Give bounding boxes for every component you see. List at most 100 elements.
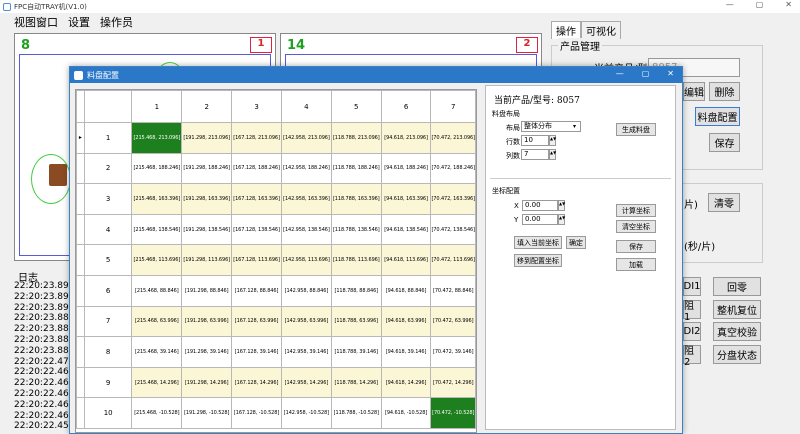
clear-coord-button[interactable]: 清空坐标: [616, 220, 656, 233]
grid-cell[interactable]: [191.298, 39.146]: [181, 336, 233, 368]
grid-cell[interactable]: [118.788, 63.996]: [330, 305, 382, 338]
grid-cell[interactable]: [191.298, 213.096]: [181, 122, 233, 154]
grid-cell[interactable]: [94.618, 14.296]: [380, 366, 432, 399]
table-row[interactable]: ▸ 1 [215.468, 213.096] [191.298, 213.096] [1…: [76, 122, 476, 154]
row-selector[interactable]: [76, 366, 85, 399]
grid-cell[interactable]: [215.468, -10.528]: [131, 397, 183, 429]
grid-cell[interactable]: [191.298, -10.528]: [181, 397, 233, 429]
minimize-icon[interactable]: —: [726, 0, 734, 9]
row-selector[interactable]: [76, 397, 85, 429]
row-selector[interactable]: [76, 244, 85, 276]
grid-cell[interactable]: [94.618, 63.996]: [380, 305, 432, 338]
grid-cell[interactable]: [118.788, 138.546]: [330, 213, 382, 246]
grid-cell[interactable]: [167.128, 163.396]: [231, 183, 282, 215]
cols-input[interactable]: 7: [521, 149, 549, 160]
delete-button[interactable]: 删除: [709, 82, 740, 101]
vacuum-check-button[interactable]: 真空校验: [713, 322, 761, 341]
row-header[interactable]: 5: [83, 244, 133, 276]
grid-cell[interactable]: [94.618, 163.396]: [380, 183, 432, 215]
tray-grid-container[interactable]: 1 2 3 4 5 6 7 ▸ 1 [215.468, 213.096] [191.298, 213…: [75, 89, 477, 433]
grid-cell[interactable]: [191.298, 163.396]: [181, 183, 233, 215]
table-row[interactable]: 4 [215.468, 138.546] [191.298, 138.546] [16…: [76, 213, 476, 246]
move-to-coord-button[interactable]: 移到配置坐标: [514, 254, 562, 267]
table-row[interactable]: 10 [215.468, -10.528] [191.298, -10.528] [1…: [76, 397, 476, 429]
generate-tray-button[interactable]: 生成料盘: [616, 123, 656, 136]
grid-cell[interactable]: [215.468, 213.096]: [131, 122, 183, 154]
grid-cell[interactable]: [142.958, 88.846]: [280, 274, 332, 307]
maximize-icon[interactable]: ▢: [756, 0, 764, 9]
grid-cell[interactable]: [167.128, 63.996]: [231, 305, 282, 338]
grid-cell[interactable]: [215.468, 163.396]: [131, 183, 183, 215]
grid-cell[interactable]: [70.472, 63.996]: [430, 305, 476, 338]
row-header[interactable]: 9: [83, 366, 133, 399]
row-header[interactable]: 1: [83, 122, 133, 154]
column-header[interactable]: 6: [380, 90, 432, 123]
tray-config-button[interactable]: 料盘配置: [695, 107, 740, 126]
grid-cell[interactable]: [191.298, 188.246]: [181, 152, 233, 185]
tab-visualize[interactable]: 可视化: [581, 21, 621, 39]
machine-reset-button[interactable]: 整机复位: [713, 300, 761, 319]
row-selector[interactable]: [76, 213, 85, 246]
grid-cell[interactable]: [70.472, 14.296]: [430, 366, 476, 399]
grid-cell[interactable]: [191.298, 14.296]: [181, 366, 233, 399]
grid-cell[interactable]: [167.128, 88.846]: [231, 274, 282, 307]
grid-cell[interactable]: [191.298, 113.696]: [181, 244, 233, 276]
di1-button[interactable]: DI1: [683, 277, 701, 296]
grid-cell[interactable]: [70.472, 113.696]: [430, 244, 476, 276]
grid-cell[interactable]: [215.468, 39.146]: [131, 336, 183, 368]
y-input[interactable]: 0.00: [522, 214, 558, 225]
grid-cell[interactable]: [215.468, 88.846]: [131, 274, 183, 307]
grid-cell[interactable]: [191.298, 138.546]: [181, 213, 233, 246]
save-button[interactable]: 保存: [709, 133, 740, 152]
grid-cell[interactable]: [118.788, 39.146]: [330, 336, 382, 368]
cols-stepper[interactable]: ▲▼: [549, 149, 556, 160]
grid-cell[interactable]: [70.472, 213.096]: [430, 122, 476, 154]
edit-button[interactable]: 编辑: [683, 82, 705, 101]
grid-cell[interactable]: [142.958, 163.396]: [280, 183, 332, 215]
column-header[interactable]: 5: [330, 90, 382, 123]
column-header[interactable]: 2: [181, 90, 233, 123]
dialog-close-icon[interactable]: ✕: [667, 69, 674, 78]
rows-stepper[interactable]: ▲▼: [549, 135, 556, 146]
row-header[interactable]: 7: [83, 305, 133, 338]
grid-cell[interactable]: [167.128, 138.546]: [231, 213, 282, 246]
dialog-maximize-icon[interactable]: ▢: [642, 69, 650, 78]
grid-cell[interactable]: [142.958, 14.296]: [280, 366, 332, 399]
log-panel[interactable]: 22:20:23.897:22:20:23.895:X22:20:23.893:…: [14, 281, 70, 431]
table-row[interactable]: 8 [215.468, 39.146] [191.298, 39.146] [167.…: [76, 336, 476, 368]
table-row[interactable]: 3 [215.468, 163.396] [191.298, 163.396] [16…: [76, 183, 476, 215]
grid-cell[interactable]: [215.468, 63.996]: [131, 305, 183, 338]
grid-cell[interactable]: [70.472, -10.528]: [430, 397, 476, 429]
grid-cell[interactable]: [118.788, 113.696]: [330, 244, 382, 276]
grid-cell[interactable]: [215.468, 14.296]: [131, 366, 183, 399]
grid-cell[interactable]: [94.618, 113.696]: [380, 244, 432, 276]
grid-cell[interactable]: [167.128, 14.296]: [231, 366, 282, 399]
close-icon[interactable]: ✕: [785, 0, 792, 9]
home-button[interactable]: 回零: [713, 277, 761, 296]
grid-cell[interactable]: [94.618, 39.146]: [380, 336, 432, 368]
confirm-button[interactable]: 确定: [566, 236, 586, 249]
tab-operation[interactable]: 操作: [551, 21, 581, 39]
chevron-down-icon[interactable]: ▾: [573, 123, 576, 130]
menu-operator[interactable]: 操作员: [100, 14, 133, 30]
grid-cell[interactable]: [215.468, 188.246]: [131, 152, 183, 185]
column-header[interactable]: 7: [430, 90, 476, 123]
grid-cell[interactable]: [118.788, 14.296]: [330, 366, 382, 399]
grid-cell[interactable]: [118.788, 213.096]: [330, 122, 382, 154]
clear-button[interactable]: 清零: [708, 193, 740, 212]
menu-settings[interactable]: 设置: [68, 14, 90, 30]
grid-cell[interactable]: [142.958, 138.546]: [280, 213, 332, 246]
column-header[interactable]: 3: [231, 90, 282, 123]
x-input[interactable]: 0.00: [522, 200, 558, 211]
grid-cell[interactable]: [70.472, 39.146]: [430, 336, 476, 368]
grid-cell[interactable]: [167.128, 113.696]: [231, 244, 282, 276]
grid-cell[interactable]: [215.468, 138.546]: [131, 213, 183, 246]
table-row[interactable]: 7 [215.468, 63.996] [191.298, 63.996] [167.…: [76, 305, 476, 338]
table-row[interactable]: 6 [215.468, 88.846] [191.298, 88.846] [167.…: [76, 274, 476, 307]
row-header[interactable]: 6: [83, 274, 133, 307]
grid-cell[interactable]: [191.298, 88.846]: [181, 274, 233, 307]
grid-cell[interactable]: [142.958, 39.146]: [280, 336, 332, 368]
grid-cell[interactable]: [142.958, 188.246]: [280, 152, 332, 185]
grid-cell[interactable]: [118.788, 188.246]: [330, 152, 382, 185]
table-row[interactable]: 9 [215.468, 14.296] [191.298, 14.296] [167.…: [76, 366, 476, 399]
